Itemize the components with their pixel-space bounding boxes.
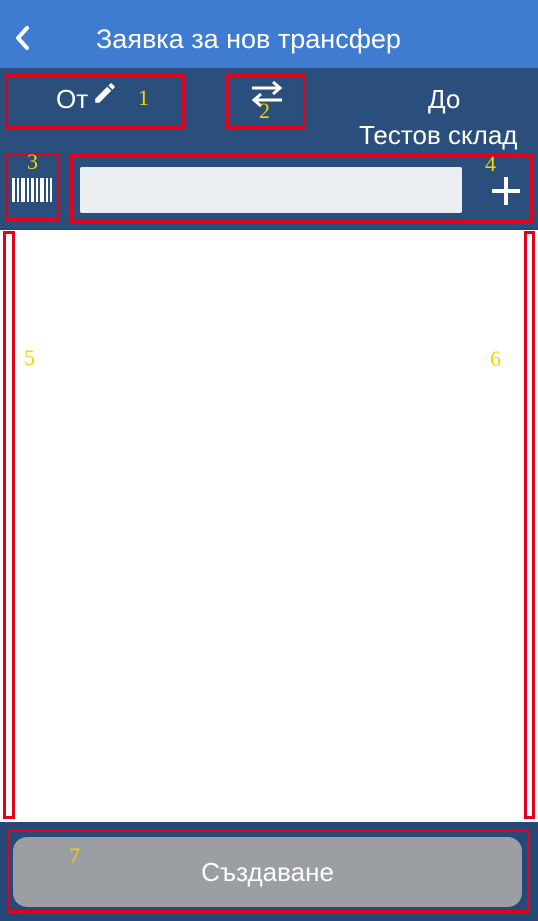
annotation-box-6 [524,231,535,819]
annotation-number-1: 1 [138,85,149,110]
annotation-box-5 [3,231,15,819]
items-list[interactable] [0,230,538,822]
annotation-box-7 [7,829,530,913]
annotation-number-3: 3 [27,149,38,174]
annotation-number-2: 2 [259,98,270,123]
back-button[interactable] [8,20,38,56]
annotation-number-4: 4 [485,151,496,176]
annotation-box-4 [70,154,533,223]
page-title: Заявка за нов трансфер [96,24,401,54]
annotation-number-6: 6 [490,346,501,371]
annotation-number-5: 5 [24,345,35,370]
to-warehouse-value[interactable]: Тестов склад [359,120,517,151]
chevron-left-icon [16,26,29,50]
to-label[interactable]: До [428,84,460,115]
annotation-box-1 [5,74,185,129]
annotation-number-7: 7 [69,843,80,868]
